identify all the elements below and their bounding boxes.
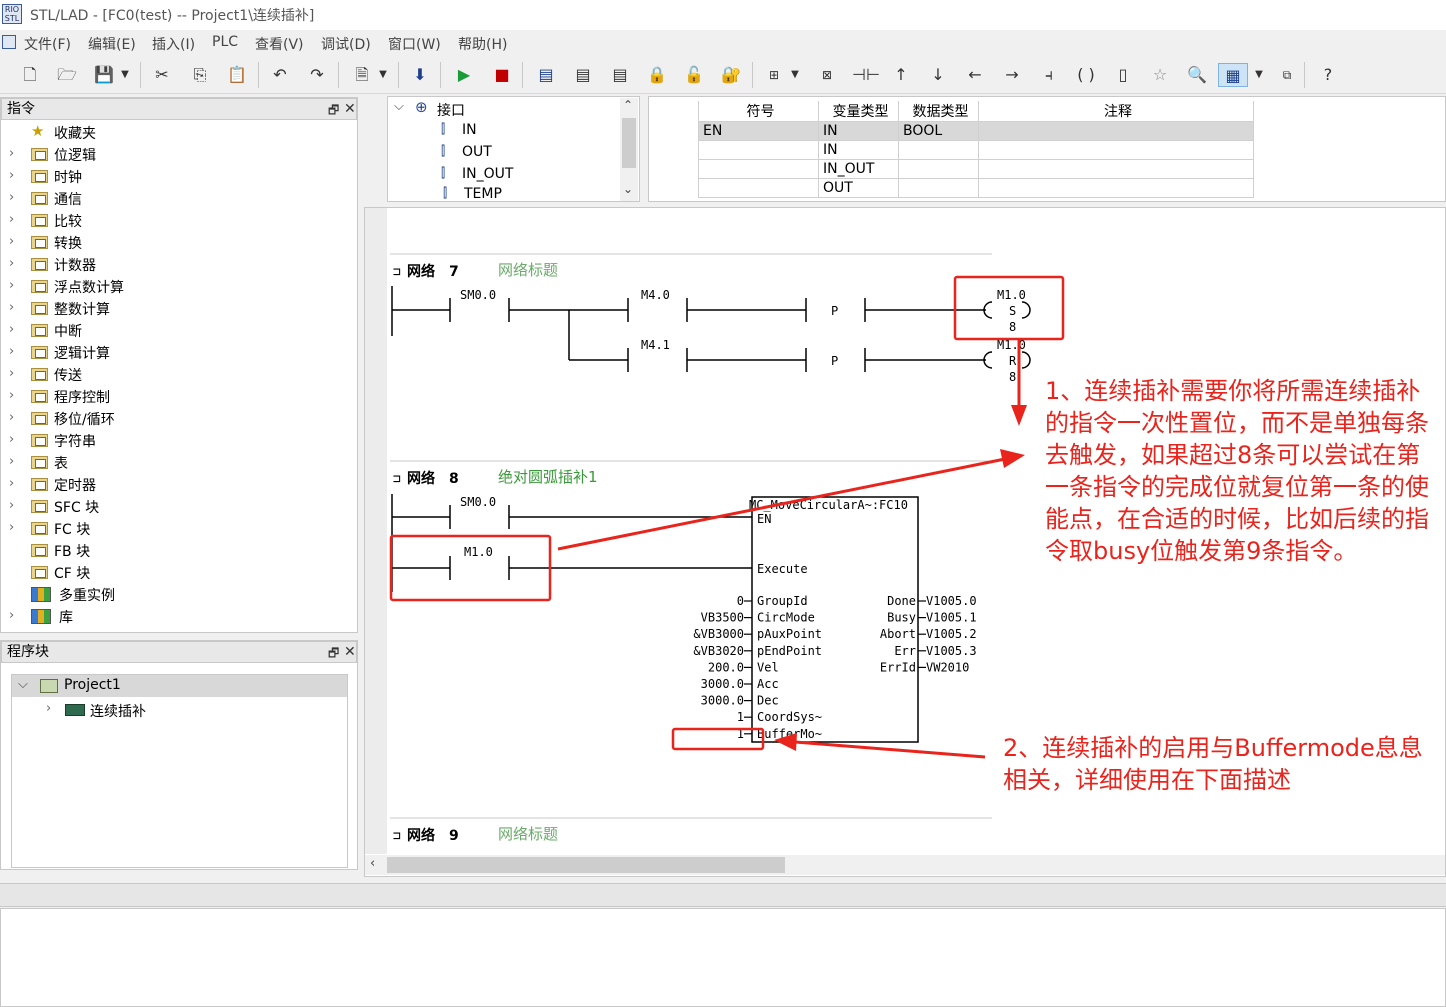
scroll-thumb[interactable]: [387, 857, 785, 873]
input-pin-name: CoordSys~: [757, 710, 822, 724]
contact-m10-label[interactable]: M1.0: [464, 545, 493, 559]
input-pin-name: CircMode: [757, 611, 815, 625]
reset-coil[interactable]: M1.0 R 8: [983, 338, 1031, 384]
input-pin-value[interactable]: 1: [737, 710, 744, 724]
output-pin-name: Abort: [880, 627, 916, 641]
highlight-buffermode: [671, 727, 765, 751]
network-8-header[interactable]: ⊐ 网络 8 绝对圆弧插补1: [393, 468, 598, 487]
network-number: 9: [449, 828, 459, 844]
reset-coil-count: 8: [1009, 370, 1016, 384]
input-pin-value[interactable]: &VB3020: [693, 644, 744, 658]
input-pin-name: GroupId: [757, 594, 808, 608]
contact-m40-label[interactable]: M4.0: [641, 288, 670, 302]
output-pin-value[interactable]: V1005.0: [926, 594, 977, 608]
block-execute-pin: Execute: [757, 562, 808, 576]
network-8-rungs: [391, 494, 752, 592]
network-collapse-icon[interactable]: ⊐: [393, 472, 401, 487]
network-title: 网络标题: [498, 825, 558, 843]
scroll-left-icon[interactable]: ‹: [370, 856, 375, 871]
input-pin-name: pEndPoint: [757, 644, 822, 658]
status-bar: [0, 883, 1446, 907]
network-7-header[interactable]: ⊐ 网络 7 网络标题: [393, 261, 558, 280]
output-panel: [0, 908, 1446, 1007]
output-pin-value[interactable]: VW2010: [926, 660, 969, 674]
input-pin-name: Dec: [757, 694, 779, 708]
set-coil-count: 8: [1009, 320, 1016, 334]
output-pin-name: Busy: [887, 611, 916, 625]
input-pin-value[interactable]: VB3500: [701, 611, 744, 625]
network-9-header[interactable]: ⊐ 网络 9 网络标题: [393, 825, 558, 844]
network-title: 绝对圆弧插补1: [498, 468, 598, 486]
network-number: 8: [449, 471, 459, 487]
output-pin-name: Done: [887, 594, 916, 608]
output-pin-name: Err: [894, 644, 916, 658]
network-label: 网络: [407, 470, 435, 487]
pos-edge-label[interactable]: P: [831, 354, 838, 368]
output-pin-value[interactable]: V1005.1: [926, 611, 977, 625]
contact-sm0-label[interactable]: SM0.0: [460, 495, 496, 509]
input-pin-value[interactable]: 0: [737, 594, 744, 608]
set-coil[interactable]: M1.0 S 8: [983, 288, 1031, 334]
contact-m41-label[interactable]: M4.1: [641, 338, 670, 352]
input-pin-value[interactable]: 200.0: [708, 660, 744, 674]
annotation-note-2: 2、连续插补的启用与Buffermode息息相关，详细使用在下面描述: [1003, 734, 1423, 794]
set-coil-address: M1.0: [997, 288, 1026, 302]
input-pin-name: Vel: [757, 660, 779, 674]
network-title: 网络标题: [498, 261, 558, 279]
network-number: 7: [449, 264, 459, 280]
output-pin-value[interactable]: V1005.2: [926, 627, 977, 641]
output-pin-name: ErrId: [880, 660, 916, 674]
reset-coil-type: R: [1009, 354, 1017, 368]
input-pin-value[interactable]: 3000.0: [701, 677, 744, 691]
network-collapse-icon[interactable]: ⊐: [393, 829, 401, 844]
input-pin-value[interactable]: 3000.0: [701, 694, 744, 708]
contact-sm0-label[interactable]: SM0.0: [460, 288, 496, 302]
network-collapse-icon[interactable]: ⊐: [393, 265, 401, 280]
network-label: 网络: [407, 827, 435, 844]
set-coil-type: S: [1009, 304, 1016, 318]
input-pin-name: Acc: [757, 677, 779, 691]
editor-horizontal-scrollbar[interactable]: ‹: [365, 855, 1445, 875]
output-pin-value[interactable]: V1005.3: [926, 644, 977, 658]
annotation-note-1: 1、连续插补需要你将所需连续插补的指令一次性置位，而不是单独每条去触发，如果超过…: [1045, 377, 1429, 565]
pos-edge-label[interactable]: P: [831, 304, 838, 318]
block-en-pin: EN: [757, 512, 771, 526]
input-pin-value[interactable]: &VB3000: [693, 627, 744, 641]
network-label: 网络: [407, 263, 435, 280]
input-pin-name: pAuxPoint: [757, 627, 822, 641]
